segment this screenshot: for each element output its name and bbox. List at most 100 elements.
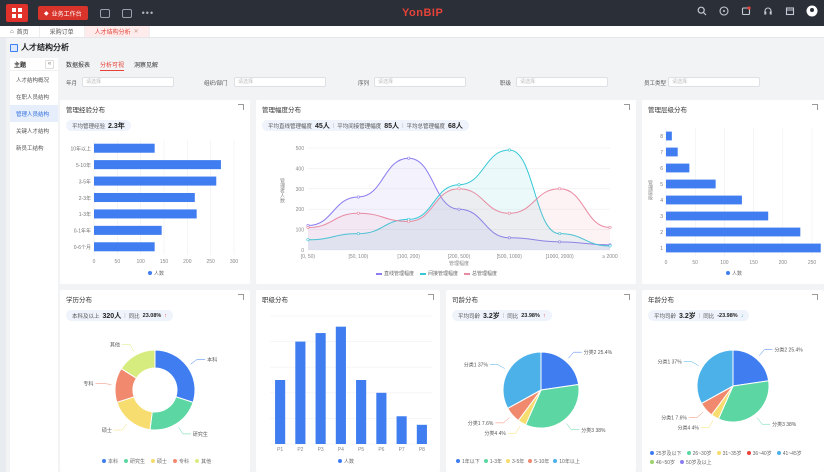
sidebar-item-overview[interactable]: 人才结构概况 [10, 71, 58, 88]
legend-item[interactable]: 1-3年 [483, 458, 502, 465]
series-point [407, 156, 411, 160]
legend-label: 专科 [179, 459, 190, 465]
sidebar-item-manager-structure[interactable]: 管理人员结构 [10, 105, 58, 122]
legend-label: 25岁及以下 [656, 451, 682, 457]
headset-icon[interactable] [762, 5, 774, 17]
filter-label-sequence: 序列 [358, 81, 370, 87]
subtab-visual-analysis[interactable]: 分析可视 [100, 58, 125, 71]
more-icon[interactable]: ••• [142, 8, 154, 18]
card-education: 学历分布 本科及以上 320人 | 同比 23.08% ↑ 本科 研究生 硕士 专科 其他 本科研… [60, 290, 250, 472]
slice-label: 分类1 7.6% [661, 415, 687, 422]
filter-rank-input[interactable]: 请选择 [516, 77, 608, 87]
search-icon[interactable] [696, 5, 708, 17]
legend-swatch [173, 459, 178, 463]
pie-slice [540, 351, 580, 391]
workspace-button[interactable]: ◆ 业务工作台 [38, 6, 88, 20]
x-tick-label: 150 [749, 260, 758, 266]
x-tick-label: P5 [358, 447, 364, 453]
legend-item[interactable]: 3-5年 [506, 458, 524, 465]
legend-item[interactable]: 本科 [102, 458, 118, 465]
legend-item[interactable]: 46~50岁 [650, 459, 675, 466]
sidebar-item-employee-structure[interactable]: 在职人员结构 [10, 88, 58, 105]
legend-item[interactable]: 25岁及以下 [650, 450, 682, 457]
app-grid-icon[interactable] [99, 8, 110, 18]
legend-item[interactable]: 10年以上 [553, 458, 580, 465]
sidebar-item-key-talent[interactable]: 关键人才结构 [10, 122, 58, 139]
sidebar-item-new-employee[interactable]: 新员工结构 [10, 139, 58, 156]
legend-item[interactable]: 41~45岁 [776, 450, 802, 457]
avatar[interactable] [806, 5, 818, 17]
legend-item[interactable]: 36~40岁 [746, 450, 772, 457]
tab-talent-structure[interactable]: 人才结构分析 ✕ [84, 26, 150, 37]
help-icon[interactable] [718, 5, 730, 17]
close-icon[interactable]: ✕ [134, 28, 139, 35]
legend-item[interactable]: 5-10年 [528, 458, 549, 465]
legend-label: 26~30岁 [692, 451, 712, 457]
workspace-label: 业务工作台 [51, 11, 82, 18]
brand-logo: YonBIP [402, 7, 444, 19]
x-tick-label: P3 [318, 447, 324, 453]
slice-label: 分类1 7.6% [468, 420, 494, 427]
subtab-insights[interactable]: 洞察见解 [134, 58, 158, 71]
filter-placeholder: 请选择 [378, 79, 394, 85]
series-point [608, 226, 612, 230]
legend-item[interactable]: 专科 [173, 458, 189, 465]
filter-month-input[interactable]: 请选择 [82, 77, 174, 87]
rank-bar-chart: P1 P2 P3 P4 P5 P6 P7 P8 [270, 315, 432, 453]
legend-item[interactable]: 31~35岁 [716, 450, 742, 457]
x-tick-label: 50 [692, 260, 698, 266]
collapse-icon[interactable]: « [45, 59, 54, 69]
series-point [558, 187, 562, 191]
app-logo[interactable] [6, 4, 28, 22]
slice-label: 其他 [110, 341, 120, 348]
filter-sequence-input[interactable]: 请选择 [374, 77, 466, 87]
label-line [495, 417, 510, 424]
legend-label: 直线管理幅度 [384, 271, 415, 277]
legend-swatch [124, 459, 129, 463]
page-title-text: 人才结构分析 [21, 43, 69, 52]
bar [666, 147, 678, 157]
bar [416, 424, 427, 444]
slice-label: 分类1 37% [657, 359, 682, 366]
label-line [568, 351, 582, 359]
y-tick-label: 2 [660, 230, 663, 236]
legend-item[interactable]: 26~30岁 [686, 450, 712, 457]
tab-purchase-order[interactable]: 采购订单 [40, 26, 85, 37]
filter-org-input[interactable]: 请选择 [234, 77, 326, 87]
legend-item[interactable]: 硕士 [151, 458, 167, 465]
legend-item[interactable]: 其他 [195, 458, 211, 465]
legend-label: 41~45岁 [782, 451, 802, 457]
label-line [757, 417, 771, 425]
slice-label: 硕士 [102, 427, 112, 434]
chart-legend: 人数 [148, 270, 164, 277]
y-tick-label: 200 [296, 207, 305, 213]
bar [275, 380, 286, 444]
legend-item[interactable]: 1年以下 [456, 458, 480, 465]
notification-icon[interactable] [740, 5, 752, 17]
slice-label: 分类4 4% [677, 424, 699, 431]
y-tick-label: 400 [296, 166, 305, 172]
tab-home[interactable]: ⌂ 首页 [0, 26, 40, 37]
y-tick-label: 4 [660, 198, 663, 204]
legend-item[interactable]: 研究生 [124, 458, 145, 465]
label-line [507, 426, 521, 434]
card-management-experience: 管理经验分布 平均管理经验 2.3年 0 50 100 150 200 250 300 10年以… [60, 100, 250, 284]
series-point [306, 226, 310, 230]
subtab-data-report[interactable]: 数据报表 [66, 58, 90, 71]
filter-placeholder: 请选择 [86, 79, 102, 85]
filter-emp-type-input[interactable]: 请选择 [668, 77, 760, 87]
bar [94, 242, 155, 252]
bar [94, 209, 197, 219]
legend-item[interactable]: 50岁及以上 [680, 459, 712, 466]
theme-sidebar: 主题 « 人才结构概况 在职人员结构 管理人员结构 关键人才结构 新员工结构 [10, 58, 58, 472]
filter-label-org: 组织/部门 [204, 81, 228, 87]
x-tick-label: 200 [183, 259, 192, 265]
sidebar-title: 主题 [14, 62, 27, 69]
slice-label: 分类2 25.4% [774, 347, 803, 354]
tab-label: 采购订单 [49, 30, 74, 36]
legend-swatch [195, 459, 200, 463]
series-point [507, 148, 511, 152]
calendar-icon[interactable] [784, 5, 796, 17]
window-icon[interactable] [121, 8, 132, 18]
label-line [489, 364, 505, 369]
